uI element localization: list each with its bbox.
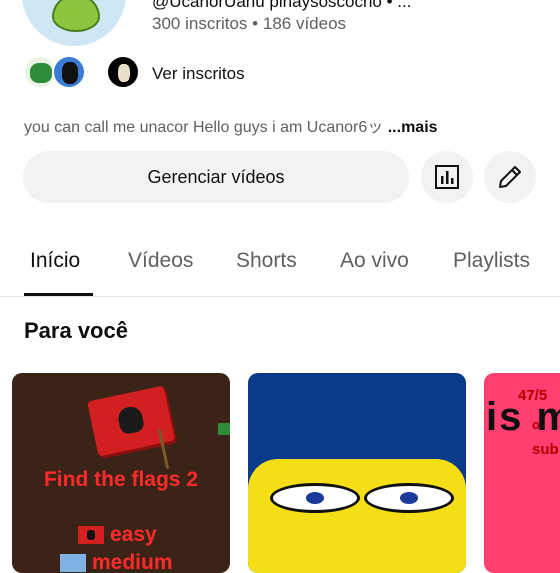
channel-tabs: Início Vídeos Shorts Ao vivo Playlists [0,232,560,296]
card-difficulty-easy: easy [78,523,157,547]
card-title: Find the flags 2 [43,468,198,491]
tab-shorts[interactable]: Shorts [236,249,297,273]
card-difficulty-medium: medium [60,551,173,573]
eye-icon [364,483,454,513]
tabs-divider [0,296,560,297]
leaf-icon [52,0,100,32]
portugal-flag-icon [218,423,230,435]
tab-inicio[interactable]: Início [30,249,80,273]
bar-chart-icon [435,165,459,189]
manage-videos-button[interactable]: Gerenciar vídeos [23,151,409,203]
eye-icon [270,483,360,513]
stats-separator: • [252,14,259,33]
channel-handle: @UcanorUanu pinaysoscocho • ... [152,0,412,11]
see-subscribers-link[interactable]: Ver inscritos [152,64,245,84]
subscriber-avatar[interactable] [106,55,140,89]
edit-channel-button[interactable] [484,151,536,203]
analytics-button[interactable] [421,151,473,203]
subscriber-avatar[interactable] [52,55,86,89]
video-card[interactable]: 47/5 is m o sub [484,373,560,573]
section-title: Para você [24,318,128,343]
cartoon-face [248,459,466,573]
card-small-text: sub [532,441,559,458]
albania-flag-icon [78,526,104,544]
card-big-text: is m [486,395,560,439]
video-count: 186 vídeos [262,14,347,33]
channel-avatar[interactable] [22,0,126,46]
subscriber-count: 300 inscritos [152,14,248,33]
video-card[interactable]: Find the flags 2 easy medium [12,373,230,573]
channel-description[interactable]: you can call me unacor Hello guys i am U… [24,113,438,137]
pencil-icon [499,166,521,188]
medium-label: medium [92,551,173,573]
video-card[interactable] [248,373,466,573]
card-small-text: o [532,417,540,432]
easy-label: easy [110,523,157,546]
more-link[interactable]: ...mais [388,119,438,136]
tab-videos[interactable]: Vídeos [128,249,193,273]
channel-stats: 300 inscritos • 186 vídeos [152,14,346,34]
albania-flag-icon [87,385,175,469]
tab-ao-vivo[interactable]: Ao vivo [340,249,409,273]
description-text: you can call me unacor Hello guys i am U… [24,119,384,136]
tab-playlists[interactable]: Playlists [453,249,530,273]
flag-icon [60,554,86,572]
